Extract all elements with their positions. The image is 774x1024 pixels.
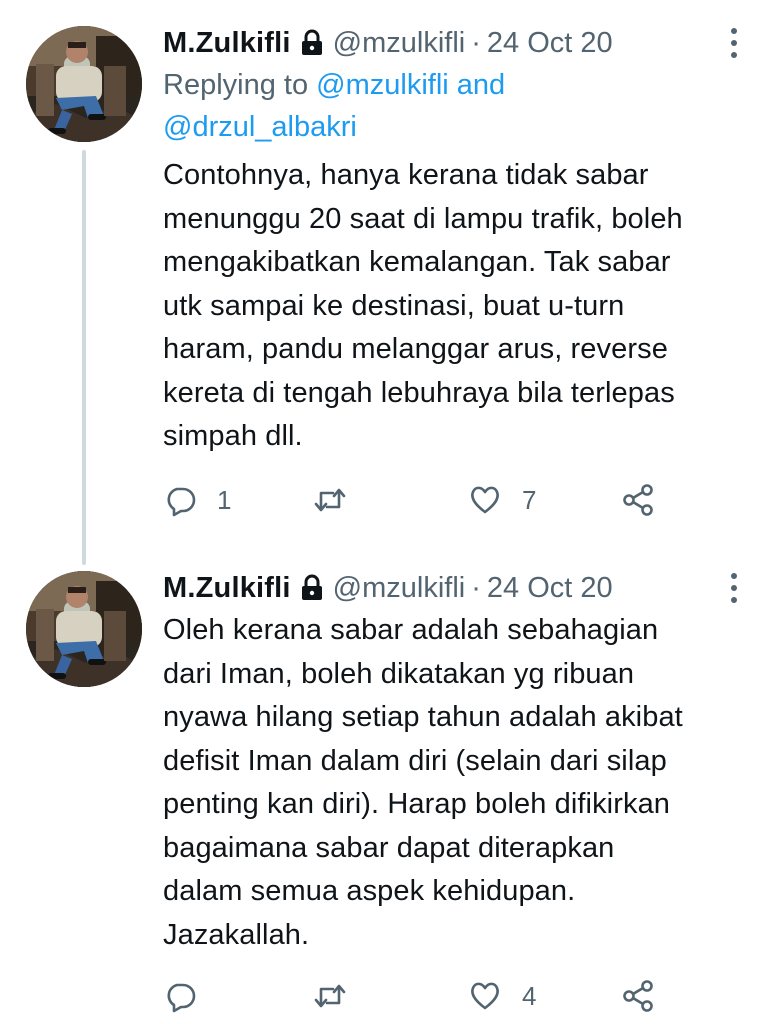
avatar[interactable] — [26, 571, 142, 687]
share-button[interactable] — [621, 480, 655, 520]
reply-icon — [167, 487, 196, 517]
replying-prefix: Replying to — [163, 69, 317, 101]
display-name[interactable]: M.Zulkifli — [163, 27, 291, 60]
separator: · — [471, 26, 481, 59]
reply-button[interactable] — [163, 976, 217, 1016]
heart-icon — [471, 982, 499, 1010]
separator: · — [471, 571, 481, 604]
mention-link[interactable]: @mzulkifli — [316, 69, 449, 101]
handle[interactable]: @mzulkifli — [333, 572, 466, 605]
retweet-icon — [314, 488, 346, 512]
like-count: 7 — [522, 484, 537, 515]
tweet-date[interactable]: 24 Oct 20 — [487, 27, 613, 60]
tweet-text: Oleh kerana sabar adalah sebahagian dari… — [163, 614, 683, 951]
tweet-header: M.Zulkifli @mzulkifli · 24 Oct 20 — [163, 567, 754, 609]
replying-to: Replying to @mzulkifli and @drzul_albakr… — [163, 64, 754, 148]
more-vertical-icon[interactable] — [724, 26, 744, 60]
replying-and[interactable]: and — [449, 69, 505, 101]
retweet-button[interactable] — [313, 976, 367, 1016]
share-button[interactable] — [621, 976, 655, 1016]
handle[interactable]: @mzulkifli — [333, 27, 466, 60]
tweet-thread: M.Zulkifli @mzulkifli · 24 Oct 20 Replyi… — [0, 0, 774, 1024]
avatar[interactable] — [26, 26, 142, 142]
tweet-actions: 4 — [163, 976, 754, 1016]
tweet-date[interactable]: 24 Oct 20 — [487, 572, 613, 605]
retweet-button[interactable] — [313, 480, 367, 520]
lock-icon — [299, 29, 325, 57]
heart-icon — [471, 486, 499, 514]
tweet-actions: 1 7 — [163, 480, 754, 520]
reply-count: 1 — [217, 484, 232, 515]
tweet-header: M.Zulkifli @mzulkifli · 24 Oct 20 — [163, 22, 754, 64]
thread-connector-line — [82, 150, 86, 565]
lock-icon — [299, 574, 325, 602]
like-count: 4 — [522, 980, 537, 1011]
reply-button[interactable]: 1 — [163, 480, 231, 520]
tweet-content: M.Zulkifli @mzulkifli · 24 Oct 20 — [163, 22, 754, 459]
share-icon — [623, 484, 653, 516]
like-button[interactable]: 7 — [468, 480, 536, 520]
reply-icon — [167, 983, 196, 1013]
share-icon — [623, 980, 653, 1012]
display-name[interactable]: M.Zulkifli — [163, 572, 291, 605]
more-vertical-icon[interactable] — [724, 571, 744, 605]
retweet-icon — [314, 984, 346, 1008]
tweet-content: M.Zulkifli @mzulkifli · 24 Oct 20 — [163, 567, 754, 957]
mention-link[interactable]: @drzul_albakri — [163, 111, 357, 143]
tweet-text: Contohnya, hanya kerana tidak sabar menu… — [163, 159, 683, 452]
like-button[interactable]: 4 — [468, 976, 536, 1016]
